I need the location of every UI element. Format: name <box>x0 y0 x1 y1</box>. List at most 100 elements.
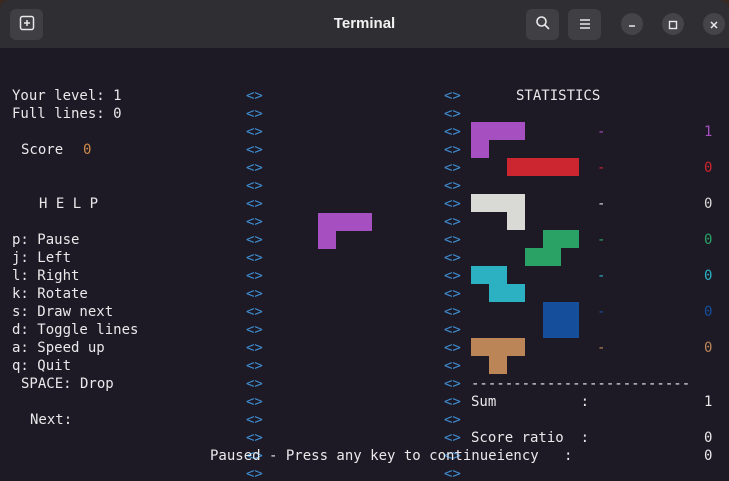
stats-count: 0 <box>704 232 713 248</box>
board-wall-segment: <> <box>246 358 263 374</box>
board-wall-segment: <> <box>444 196 461 212</box>
piece-block <box>471 338 525 356</box>
terminal-scrollbar[interactable] <box>725 48 729 481</box>
help-left: j: Left <box>12 250 72 266</box>
piece-block <box>507 158 579 176</box>
sum-value: 1 <box>704 394 713 410</box>
board-wall-segment: <> <box>246 196 263 212</box>
board-wall-segment: <> <box>246 88 263 104</box>
piece-block <box>471 266 507 284</box>
maximize-button[interactable] <box>662 13 684 35</box>
board-wall-segment: <> <box>444 376 461 392</box>
board-wall-segment: <> <box>444 214 461 230</box>
board-wall-segment: <> <box>444 340 461 356</box>
piece-block <box>489 284 525 302</box>
stats-dash: - <box>597 124 606 140</box>
board-wall-segment: <> <box>246 250 263 266</box>
board-wall-segment: <> <box>444 142 461 158</box>
level-label: Your level: 1 <box>12 88 122 104</box>
score-label: Score <box>21 142 64 158</box>
board-wall-segment: <> <box>444 358 461 374</box>
active-piece-block <box>318 213 372 231</box>
stats-count: 1 <box>704 124 713 140</box>
board-wall-segment: <> <box>246 232 263 248</box>
help-pause: p: Pause <box>12 232 80 248</box>
board-wall-segment: <> <box>246 322 263 338</box>
board-wall-segment: <> <box>246 376 263 392</box>
stats-count: 0 <box>704 160 713 176</box>
stats-count: 0 <box>704 196 713 212</box>
minimize-icon <box>627 15 637 34</box>
score-ratio-value: 0 <box>704 430 713 446</box>
help-toggle-lines: d: Toggle lines <box>12 322 139 338</box>
stats-dash: - <box>597 160 606 176</box>
board-wall-segment: <> <box>444 232 461 248</box>
close-button[interactable] <box>703 13 725 35</box>
next-label: Next: <box>30 412 73 428</box>
board-wall-segment: <> <box>444 106 461 122</box>
maximize-icon <box>668 15 678 34</box>
paused-message: Paused - Press any key to continueiency … <box>210 448 573 464</box>
piece-block <box>471 140 489 158</box>
board-wall-segment: <> <box>246 268 263 284</box>
board-wall-segment: <> <box>444 286 461 302</box>
menu-button[interactable] <box>568 9 601 40</box>
help-space-drop: SPACE: Drop <box>21 376 114 392</box>
board-wall-segment: <> <box>444 124 461 140</box>
board-wall-segment: <> <box>246 412 263 428</box>
piece-block <box>525 248 561 266</box>
help-speed-up: a: Speed up <box>12 340 105 356</box>
stats-dash: - <box>597 340 606 356</box>
hamburger-menu-icon <box>578 15 592 34</box>
score-ratio-label: Score ratio : <box>471 430 590 446</box>
board-wall-segment: <> <box>444 466 461 481</box>
search-button[interactable] <box>526 9 559 40</box>
help-title: H E L P <box>39 196 99 212</box>
board-wall-segment: <> <box>246 286 263 302</box>
piece-block <box>543 230 579 248</box>
board-wall-segment: <> <box>246 394 263 410</box>
stats-count: 0 <box>704 268 713 284</box>
board-wall-segment: <> <box>246 340 263 356</box>
board-wall-segment: <> <box>444 430 461 446</box>
help-draw-next: s: Draw next <box>12 304 114 320</box>
board-wall-segment: <> <box>246 466 263 481</box>
piece-block <box>471 122 525 140</box>
board-wall-segment: <> <box>444 88 461 104</box>
board-wall-segment: <> <box>444 412 461 428</box>
board-wall-segment: <> <box>246 160 263 176</box>
stats-dash: - <box>597 232 606 248</box>
score-value: 0 <box>83 142 92 158</box>
statistics-title: STATISTICS <box>516 88 601 104</box>
board-wall-segment: <> <box>444 304 461 320</box>
window-title: Terminal <box>333 15 396 32</box>
stats-count: 0 <box>704 304 713 320</box>
close-icon <box>709 15 719 34</box>
minimize-button[interactable] <box>621 13 643 35</box>
full-lines-label: Full lines: 0 <box>12 106 122 122</box>
title-bar: Terminal <box>0 0 729 48</box>
paused-value: 0 <box>704 448 713 464</box>
help-right: l: Right <box>12 268 80 284</box>
board-wall-segment: <> <box>246 430 263 446</box>
piece-block <box>471 194 525 212</box>
board-wall-segment: <> <box>444 322 461 338</box>
stats-count: 0 <box>704 340 713 356</box>
board-wall-segment: <> <box>246 106 263 122</box>
piece-block <box>507 212 525 230</box>
piece-block <box>543 302 579 338</box>
piece-block <box>489 356 507 374</box>
terminal-window: Terminal Your level: 1 Full lines: 0 Sco… <box>0 0 729 481</box>
board-wall-segment: <> <box>444 268 461 284</box>
stats-dash: - <box>597 196 606 212</box>
board-wall-segment: <> <box>246 178 263 194</box>
board-wall-segment: <> <box>246 214 263 230</box>
stats-dash: - <box>597 268 606 284</box>
search-icon <box>535 15 551 35</box>
board-wall-segment: <> <box>246 124 263 140</box>
terminal-content[interactable]: Your level: 1 Full lines: 0 Score 0 H E … <box>0 48 729 481</box>
active-piece-block <box>318 231 336 249</box>
board-wall-segment: <> <box>246 304 263 320</box>
help-quit: q: Quit <box>12 358 72 374</box>
stats-dash: - <box>597 304 606 320</box>
